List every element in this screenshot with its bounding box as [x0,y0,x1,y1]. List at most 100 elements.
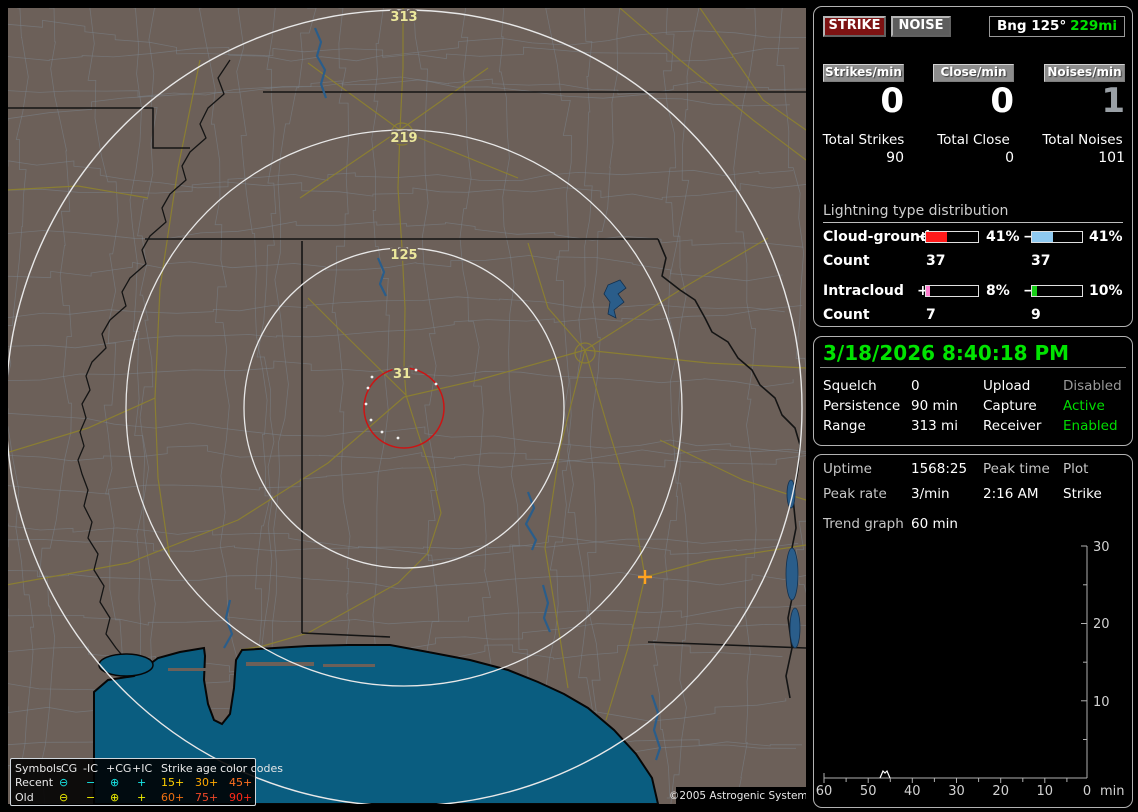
cloud-ground-label: Cloud-ground [823,229,930,245]
cg-minus-bar [1031,231,1083,243]
legend-age-title: Strike age color codes [161,762,283,775]
app-window: 313 219 125 31 ©2005 Astrogenic Systems [0,0,1138,812]
ic-minus-count: 9 [1031,307,1041,323]
status-row: Squelch 0 Upload Disabled [814,378,1132,395]
lightning-map[interactable]: 313 219 125 31 ©2005 Astrogenic Systems [8,8,806,806]
copyright-text: ©2005 Astrogenic Systems [669,790,806,802]
ring-label-31: 31 [393,367,411,382]
capture-label: Capture [983,398,1037,414]
cg-plus-pct: 41% [986,229,1020,245]
peak-rate-value: 3/min [911,486,950,502]
symbol-legend: Symbols -CG -IC +CG +IC Strike age color… [10,758,283,806]
noises-per-min-value: 1 [1101,81,1125,121]
bearing-value: Bng 125° [997,18,1067,34]
status-row: Range 313 mi Receiver Enabled [814,418,1132,435]
stats-row: Peak rate 3/min 2:16 AM Strike [814,486,1132,503]
status-row: Persistence 90 min Capture Active [814,398,1132,415]
total-noises-value: 101 [1098,150,1125,166]
x-tick-20: 20 [992,784,1009,799]
uptime-label: Uptime [823,461,872,477]
legend-col-neg-ic: -IC [83,762,98,775]
persistence-value: 90 min [911,398,958,414]
y-tick-20: 20 [1093,617,1110,632]
upload-label: Upload [983,378,1031,394]
ring-label-219: 219 [390,131,417,146]
persistence-label: Persistence [823,398,901,414]
count-label: Count [823,253,870,269]
bearing-readout: Bng 125° 229mi [989,16,1125,37]
ic-minus-pct: 10% [1089,283,1123,299]
ic-plus-pct: 8% [986,283,1010,299]
total-close-label: Total Close [937,132,1010,148]
old-pos-ic-icon: + [137,791,147,804]
distribution-title: Lightning type distribution [823,203,1123,223]
y-tick-10: 10 [1093,695,1110,710]
strike-button[interactable]: STRIKE [823,16,886,37]
peak-time-value: 2:16 AM [983,486,1039,502]
legend-col-neg-cg: -CG [57,762,78,775]
old-pos-cg-icon: ⊕ [110,791,120,804]
plot-mode-value: Strike [1063,486,1102,502]
total-strikes-label: Total Strikes [822,132,905,148]
age-45: 45+ [229,776,253,789]
x-tick-60: 60 [816,784,833,799]
legend-col-pos-ic: +IC [132,762,153,775]
cg-plus-bar [925,231,979,243]
separator [820,367,1126,368]
trend-graph: 30 20 10 60 50 40 30 20 10 0 min [816,540,1125,799]
close-per-min-value: 0 [990,81,1014,121]
uptime-value: 1568:25 [911,461,968,477]
trend-spike [879,769,891,779]
legend-old-label: Old [15,791,34,804]
cg-minus-pct: 41% [1089,229,1123,245]
close-per-min-chip[interactable]: Close/min [933,64,1014,82]
noise-button[interactable]: NOISE [891,16,951,37]
map-canvas[interactable]: 313 219 125 31 ©2005 Astrogenic Systems [8,8,806,804]
peak-time-label: Peak time [983,461,1050,477]
age-30: 30+ [195,776,219,789]
x-tick-10: 10 [1037,784,1054,799]
peak-rate-label: Peak rate [823,486,887,502]
squelch-value: 0 [911,378,920,394]
ic-plus-bar [925,285,979,297]
upload-status: Disabled [1063,378,1122,394]
cloud-ground-count-row: Count 37 37 [814,253,1132,269]
receiver-status: Enabled [1063,418,1118,434]
noises-per-min-chip[interactable]: Noises/min [1044,64,1125,82]
strikes-per-min-value: 0 [880,81,904,121]
range-value: 313 mi [911,418,958,434]
x-tick-50: 50 [860,784,877,799]
intracloud-label: Intracloud [823,283,904,299]
age-60: 60+ [161,791,185,804]
total-close-value: 0 [1005,150,1014,166]
copyright-bar: ©2005 Astrogenic Systems [669,787,806,804]
legend-recent-label: Recent [15,776,54,789]
stats-row: Uptime 1568:25 Peak time Plot [814,461,1132,478]
old-neg-cg-icon: ⊖ [59,791,69,804]
range-label: Range [823,418,866,434]
stats-panel: Uptime 1568:25 Peak time Plot Peak rate … [813,454,1133,808]
capture-status: Active [1063,398,1105,414]
datetime-display: 3/18/2026 8:40:18 PM [823,341,1070,365]
plot-label: Plot [1063,461,1089,477]
y-tick-30: 30 [1093,540,1110,555]
intracloud-count-row: Count 7 9 [814,307,1132,323]
x-axis-unit: min [1100,784,1125,799]
recent-neg-ic-icon: − [86,776,96,789]
cg-plus-count: 37 [926,253,946,269]
recent-neg-cg-icon: ⊖ [59,776,69,789]
ring-label-125: 125 [390,248,417,263]
ic-minus-bar [1031,285,1083,297]
ic-plus-count: 7 [926,307,936,323]
recent-pos-cg-icon: ⊕ [110,776,120,789]
cg-minus-count: 37 [1031,253,1051,269]
distance-value: 229mi [1070,18,1117,34]
x-tick-40: 40 [904,784,921,799]
counters-panel: STRIKE NOISE Bng 125° 229mi Strikes/min … [813,6,1133,327]
total-noises-label: Total Noises [1042,132,1123,148]
strikes-per-min-chip[interactable]: Strikes/min [823,64,904,82]
count-label: Count [823,307,870,323]
age-75: 75+ [195,791,219,804]
old-neg-ic-icon: − [86,791,96,804]
age-15: 15+ [161,776,185,789]
